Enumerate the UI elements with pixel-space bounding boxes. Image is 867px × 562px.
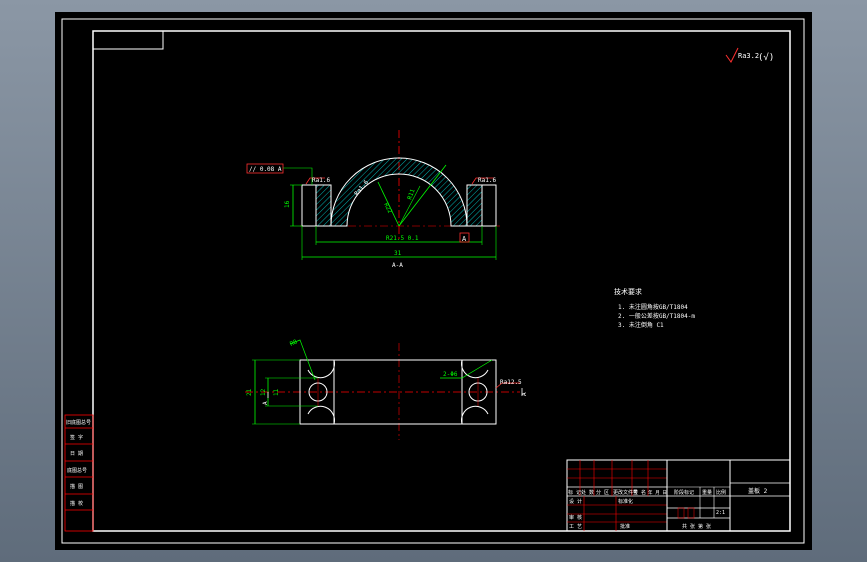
section-mark-left: A <box>262 401 269 405</box>
tb-zone: 分 区 <box>596 489 609 496</box>
tb-weight: 重量 <box>702 489 712 496</box>
tb-designer: 设 计 <box>569 498 582 505</box>
section-mark-right: A <box>521 392 528 396</box>
tb-ratio: 比例 <box>716 489 726 496</box>
left-foot-hatch <box>315 184 332 227</box>
tech-note-3: 3. 未注倒角 C1 <box>618 321 664 329</box>
tech-note-2: 2. 一般公差按GB/T1804-m <box>618 312 695 320</box>
dim-hole: 2-Φ6 <box>443 371 458 378</box>
dim-height: 16 <box>284 200 291 208</box>
corner-roughness-label: Ra3.2 <box>738 52 759 60</box>
bottom-roughness: Ra12.5 <box>500 379 522 386</box>
left-label-6: 描 校 <box>70 500 83 507</box>
tb-standard: 标准化 <box>618 498 633 505</box>
tb-sign: 签 名 <box>633 489 646 496</box>
tb-approve: 批准 <box>620 523 630 530</box>
tb-process: 工 艺 <box>569 524 582 530</box>
roughness-left: Ra1.6 <box>312 177 330 184</box>
left-label-5: 描 图 <box>70 483 83 490</box>
tech-note-1: 1. 未注圆角按GB/T1804 <box>618 303 688 311</box>
dim-outer: 31 <box>394 250 402 257</box>
right-foot-hatch <box>466 184 483 227</box>
tech-notes-title: 技术要求 <box>614 287 642 296</box>
dim-small: 11 <box>273 388 280 396</box>
dim-inner-width: 12 <box>260 388 267 396</box>
tb-qty: 处 数 <box>581 489 594 496</box>
dim-width: 21 <box>246 388 253 396</box>
corner-roughness-symbol: (√) <box>758 52 774 63</box>
tb-mark: 标 记 <box>568 489 581 496</box>
left-label-2: 签 字 <box>70 434 83 441</box>
left-label-4: 底图总号 <box>67 467 87 474</box>
tb-scale: 2:1 <box>716 510 725 516</box>
section-label: A-A <box>392 262 403 269</box>
dim-inner: R21.5 0.1 <box>386 235 419 242</box>
tb-part-name: 盖板 2 <box>748 487 768 495</box>
drawing-paper <box>55 12 812 550</box>
cad-drawing: Ra3.2 (√) R11 R22 16 R21.5 0.1 31 A-A //… <box>55 12 812 550</box>
tb-date: 年 月 日 <box>648 489 667 496</box>
left-label-1: 旧底图总号 <box>66 419 91 426</box>
tb-sheet: 共 张 第 张 <box>682 523 711 530</box>
left-label-3: 日 期 <box>70 451 83 457</box>
roughness-right: Ra1.6 <box>478 177 496 184</box>
parallel-tolerance: // 0.08 A <box>249 166 282 173</box>
tb-checker: 审 核 <box>569 514 582 521</box>
tb-stage: 阶段标记 <box>674 489 694 496</box>
